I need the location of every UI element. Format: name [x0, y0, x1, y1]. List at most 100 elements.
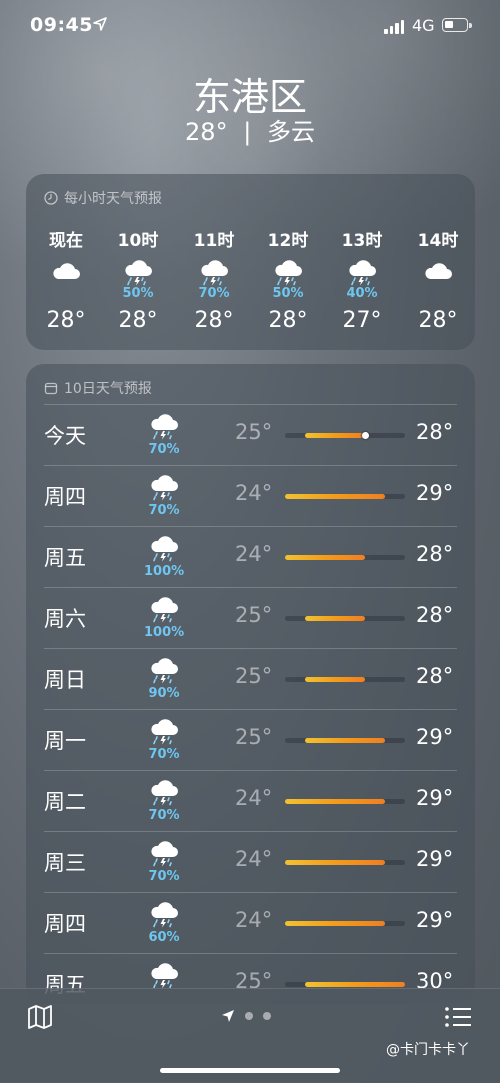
day-label: 周五	[44, 546, 86, 570]
day-low: 25°	[235, 664, 273, 688]
day-high: 29°	[416, 786, 454, 810]
day-high: 28°	[416, 542, 454, 566]
current-temp-dot	[361, 432, 369, 439]
day-high: 29°	[416, 908, 454, 932]
temp-range-track	[285, 494, 405, 499]
temp-range-track	[285, 555, 405, 560]
day-precip-chance: 70%	[148, 503, 180, 518]
daily-row[interactable]: 周三 70% 24° 29°	[26, 831, 475, 892]
temp-range-bar	[285, 494, 385, 499]
day-low: 24°	[235, 481, 273, 505]
hour-temp: 28°	[118, 308, 158, 333]
thunderstorm-icon	[151, 719, 178, 745]
hour-temp: 28°	[194, 308, 234, 333]
day-precip-chance: 70%	[148, 442, 180, 457]
day-low: 24°	[235, 542, 273, 566]
current-location-icon	[222, 1010, 234, 1022]
temp-range-bar	[285, 860, 385, 865]
page-indicator[interactable]	[221, 1009, 271, 1023]
thunderstorm-icon	[349, 260, 376, 286]
hour-column: 10时 50% 28°	[108, 226, 168, 333]
day-low: 24°	[235, 847, 273, 871]
temp-range-bar	[305, 677, 365, 682]
temp-range-bar	[305, 616, 365, 621]
hour-label: 13时	[341, 231, 383, 251]
hour-label: 10时	[117, 231, 159, 251]
day-precip-chance: 100%	[144, 625, 185, 640]
daily-row[interactable]: 周日 90% 25° 28°	[26, 648, 475, 709]
hour-label: 14时	[417, 231, 459, 251]
thunderstorm-icon	[151, 841, 178, 867]
daily-row[interactable]: 周四 70% 24° 29°	[26, 465, 475, 526]
temp-range-track	[285, 616, 405, 621]
status-time: 09:45	[30, 14, 93, 36]
hour-temp: 27°	[342, 308, 382, 333]
temp-range-track	[285, 677, 405, 682]
temp-range-track	[285, 432, 405, 439]
daily-forecast-card[interactable]: 10日天气预报 今天 70% 25° 28° 周四 70% 24° 29° 周五 100% 24° 2…	[26, 364, 475, 1004]
thunderstorm-icon	[151, 475, 178, 501]
daily-row[interactable]: 周五 100% 24° 28°	[26, 526, 475, 587]
day-high: 29°	[416, 725, 454, 749]
home-indicator[interactable]	[160, 1068, 340, 1073]
daily-row[interactable]: 今天 70% 25° 28°	[26, 404, 475, 465]
daily-row[interactable]: 周四 60% 24° 29°	[26, 892, 475, 953]
day-high: 29°	[416, 847, 454, 871]
thunderstorm-icon	[125, 260, 152, 286]
thunderstorm-icon	[151, 963, 178, 989]
thunderstorm-icon	[151, 902, 178, 928]
daily-title: 10日天气预报	[64, 381, 152, 397]
thunderstorm-icon	[201, 260, 228, 286]
hour-precip-chance	[36, 286, 96, 302]
current-temp: 28°	[185, 118, 228, 146]
daily-row[interactable]: 周二 70% 24° 29°	[26, 770, 475, 831]
location-arrow-icon	[93, 17, 107, 31]
current-summary: 28° | 多云	[0, 112, 500, 147]
hour-column: 13时 40% 27°	[332, 226, 392, 333]
temp-range-track	[285, 921, 405, 926]
day-low: 24°	[235, 908, 273, 932]
hourly-forecast-card[interactable]: 每小时天气预报 现在 28° 10时 50% 28° 11时 70% 28° 12时 50% 28°…	[26, 174, 475, 350]
day-high: 28°	[416, 603, 454, 627]
page-dot	[263, 1012, 271, 1020]
day-label: 今天	[44, 424, 86, 448]
daily-row[interactable]: 周一 70% 25° 29°	[26, 709, 475, 770]
hour-column: 现在 28°	[36, 226, 96, 333]
temp-range-track	[285, 982, 405, 987]
signal-icon	[384, 20, 404, 34]
temp-range-bar	[285, 799, 385, 804]
hour-temp: 28°	[46, 308, 86, 333]
day-label: 周一	[44, 729, 86, 753]
cloud-icon	[425, 263, 452, 279]
hour-temp: 28°	[268, 308, 308, 333]
list-icon[interactable]	[444, 1005, 472, 1029]
thunderstorm-icon	[151, 658, 178, 684]
temp-range-bar	[305, 433, 365, 438]
summary-separator: |	[243, 118, 252, 146]
temp-range-bar	[285, 555, 365, 560]
thunderstorm-icon	[151, 414, 178, 440]
thunderstorm-icon	[151, 536, 178, 562]
hour-precip-chance	[408, 286, 468, 302]
status-bar: 09:45 4G	[0, 14, 500, 42]
hour-label: 现在	[49, 231, 83, 251]
hour-column: 14时 28°	[408, 226, 468, 333]
hour-label: 11时	[193, 231, 235, 251]
battery-icon	[442, 18, 472, 32]
day-label: 周四	[44, 912, 86, 936]
map-icon[interactable]	[26, 1003, 54, 1031]
hour-precip-chance: 50%	[272, 286, 304, 301]
hour-precip-chance: 40%	[346, 286, 378, 301]
day-precip-chance: 60%	[148, 930, 180, 945]
day-high: 28°	[416, 420, 454, 444]
hour-column: 12时 50% 28°	[258, 226, 318, 333]
page-dot	[245, 1012, 253, 1020]
current-condition: 多云	[266, 118, 315, 146]
calendar-icon	[44, 382, 58, 395]
daily-row[interactable]: 周六 100% 25° 28°	[26, 587, 475, 648]
thunderstorm-icon	[275, 260, 302, 286]
temp-range-bar	[285, 921, 385, 926]
day-high: 28°	[416, 664, 454, 688]
temp-range-track	[285, 860, 405, 865]
day-precip-chance: 70%	[148, 808, 180, 823]
